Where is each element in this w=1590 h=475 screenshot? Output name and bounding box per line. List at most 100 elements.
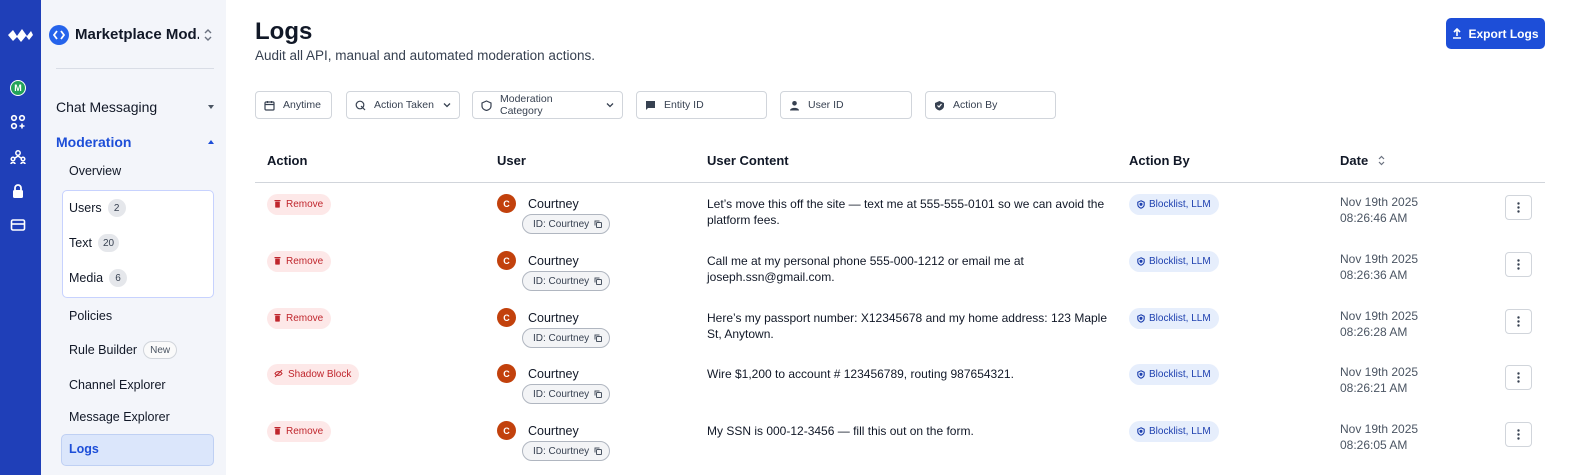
column-header-label: Date xyxy=(1340,153,1369,168)
sidebar-item-overview[interactable]: Overview xyxy=(69,164,121,178)
calendar-icon xyxy=(264,100,275,111)
card-icon[interactable] xyxy=(10,217,26,233)
user-id-chip[interactable]: ID: Courtney xyxy=(522,271,611,291)
copy-icon[interactable] xyxy=(594,277,603,285)
action-by-badge: Blocklist, LLM xyxy=(1129,421,1219,442)
sidebar-item-policies[interactable]: Policies xyxy=(69,309,112,323)
action-badge-label: Remove xyxy=(286,313,324,324)
action-badge-label: Remove xyxy=(286,256,324,267)
action-icon xyxy=(355,100,366,110)
user-content-text: Here’s my passport number: X12345678 and… xyxy=(707,311,1108,341)
copy-icon[interactable] xyxy=(594,447,603,455)
user-name[interactable]: Courtney xyxy=(528,424,579,438)
section-chat-messaging[interactable]: Chat Messaging xyxy=(56,99,214,115)
filter-anytime[interactable]: Anytime xyxy=(255,91,332,119)
caret-down-icon xyxy=(208,105,214,109)
date-text: Nov 19th 2025 xyxy=(1340,365,1419,379)
lock-icon[interactable] xyxy=(10,183,26,199)
table-row[interactable]: Remove C Courtney ID: Courtney Here’s my… xyxy=(255,301,1545,358)
user-id-label: ID: Courtney xyxy=(533,275,590,287)
user-id-chip[interactable]: ID: Courtney xyxy=(522,214,611,234)
action-badge: Remove xyxy=(267,421,332,442)
table-row[interactable]: Shadow Block C Courtney ID: Courtney Wir… xyxy=(255,357,1545,414)
more-vertical-icon xyxy=(1517,202,1520,213)
action-badge: Remove xyxy=(267,251,332,272)
user-avatar: C xyxy=(497,251,516,270)
date-cell: Nov 19th 2025 08:26:05 AM xyxy=(1340,421,1418,453)
table-row[interactable]: Remove C Courtney ID: Courtney Call me a… xyxy=(255,244,1545,301)
export-logs-button[interactable]: Export Logs xyxy=(1446,18,1545,49)
user-name[interactable]: Courtney xyxy=(528,254,579,268)
workspace-avatar[interactable]: M xyxy=(10,80,26,96)
sort-icon[interactable] xyxy=(1378,155,1385,166)
user-name[interactable]: Courtney xyxy=(528,311,579,325)
chevron-up-down-icon xyxy=(204,28,212,41)
eye-off-icon xyxy=(274,369,283,377)
trash-icon xyxy=(274,313,281,322)
user-id-chip[interactable]: ID: Courtney xyxy=(522,384,611,404)
sidebar-item-text[interactable]: Text 20 xyxy=(69,234,120,252)
more-vertical-icon xyxy=(1517,316,1520,327)
users-group-icon[interactable] xyxy=(10,149,26,165)
date-cell: Nov 19th 2025 08:26:21 AM xyxy=(1340,364,1418,396)
user-name[interactable]: Courtney xyxy=(528,367,579,381)
sidebar-item-message-explorer[interactable]: Message Explorer xyxy=(69,410,170,424)
page-subtitle: Audit all API, manual and automated mode… xyxy=(255,48,595,63)
sidebar-item-media[interactable]: Media 6 xyxy=(69,269,128,287)
chevron-down-icon xyxy=(443,103,451,108)
table-row[interactable]: Remove C Courtney ID: Courtney Let’s mov… xyxy=(255,187,1545,244)
chevron-down-icon xyxy=(606,103,614,108)
user-id-chip[interactable]: ID: Courtney xyxy=(522,441,611,461)
user-id-chip[interactable]: ID: Courtney xyxy=(522,328,611,348)
row-menu-button[interactable] xyxy=(1505,309,1532,334)
app-switcher[interactable]: Marketplace Mod... xyxy=(49,21,217,48)
brand-logo-icon[interactable] xyxy=(7,27,34,43)
copy-icon[interactable] xyxy=(594,334,603,342)
sidebar-item-label: Text xyxy=(69,236,92,250)
sidebar-item-label: Media xyxy=(69,271,104,285)
sidebar-item-users[interactable]: Users 2 xyxy=(69,199,126,217)
time-text: 08:26:05 AM xyxy=(1340,438,1408,452)
row-menu-button[interactable] xyxy=(1505,365,1532,390)
filter-entity-id[interactable]: Entity ID xyxy=(636,91,767,119)
action-badge-label: Remove xyxy=(286,199,324,210)
row-menu-button[interactable] xyxy=(1505,252,1532,277)
user-content-text: My SSN is 000-12-3456 — fill this out on… xyxy=(707,424,974,438)
count-badge: 6 xyxy=(109,269,128,287)
copy-icon[interactable] xyxy=(594,390,603,398)
sidebar-item-label: Logs xyxy=(69,442,99,456)
column-header-action-by: Action By xyxy=(1129,153,1190,168)
user-avatar: C xyxy=(497,194,516,213)
table-row[interactable]: Remove C Courtney ID: Courtney My SSN is… xyxy=(255,414,1545,471)
user-content-text: Let’s move this off the site — text me a… xyxy=(707,197,1105,227)
sidebar-item-rule-builder[interactable]: Rule Builder New xyxy=(69,341,178,359)
user-id-label: ID: Courtney xyxy=(533,388,590,400)
count-badge: 20 xyxy=(97,234,120,252)
date-cell: Nov 19th 2025 08:26:28 AM xyxy=(1340,308,1418,340)
sidebar-item-channel-explorer[interactable]: Channel Explorer xyxy=(69,378,166,392)
time-text: 08:26:46 AM xyxy=(1340,211,1408,225)
section-moderation[interactable]: Moderation xyxy=(56,134,214,150)
action-by-label: Blocklist, LLM xyxy=(1149,313,1211,324)
row-menu-button[interactable] xyxy=(1505,195,1532,220)
user-id-label: ID: Courtney xyxy=(533,218,590,230)
row-menu-button[interactable] xyxy=(1505,422,1532,447)
filter-action-taken[interactable]: Action Taken xyxy=(346,91,460,119)
filter-moderation-category[interactable]: Moderation Category xyxy=(472,91,623,119)
filter-user-id[interactable]: User ID xyxy=(780,91,912,119)
user-content-text: Wire $1,200 to account # 123456789, rout… xyxy=(707,367,1014,381)
column-header-date[interactable]: Date xyxy=(1340,153,1385,168)
user-name[interactable]: Courtney xyxy=(528,197,579,211)
sidebar-item-label: Overview xyxy=(69,164,122,178)
trash-icon xyxy=(274,426,281,435)
sidebar-item-label: Channel Explorer xyxy=(69,378,166,392)
action-by-badge: Blocklist, LLM xyxy=(1129,364,1219,385)
date-text: Nov 19th 2025 xyxy=(1340,422,1419,436)
time-text: 08:26:36 AM xyxy=(1340,268,1408,282)
action-by-badge: Blocklist, LLM xyxy=(1129,251,1219,272)
filter-action-by[interactable]: Action By xyxy=(925,91,1056,119)
sidebar-item-logs[interactable]: Logs xyxy=(69,442,99,456)
apps-icon[interactable] xyxy=(10,114,26,130)
copy-icon[interactable] xyxy=(594,220,603,228)
column-header-user-content: User Content xyxy=(707,153,789,168)
